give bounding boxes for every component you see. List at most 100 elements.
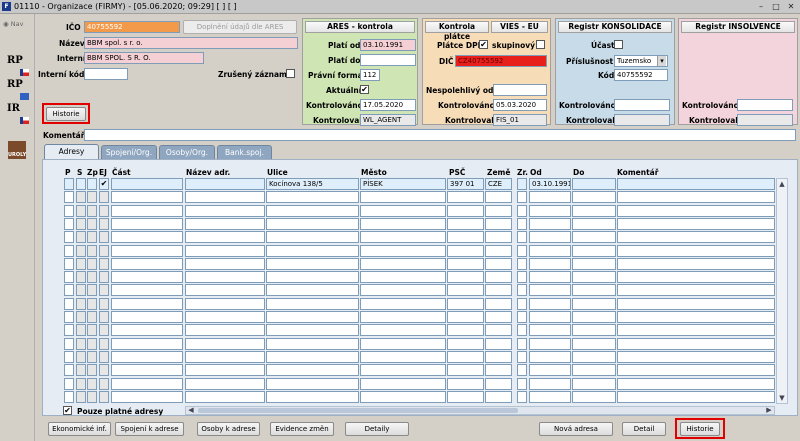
ares-plati-od-input[interactable]: 03.10.1991 bbox=[360, 39, 416, 51]
table-cell[interactable] bbox=[266, 245, 359, 257]
row-checkbox[interactable] bbox=[99, 271, 109, 283]
table-cell[interactable] bbox=[185, 391, 265, 403]
uroly-button[interactable]: UROLY bbox=[8, 141, 26, 159]
table-cell[interactable] bbox=[572, 191, 616, 203]
table-cell[interactable] bbox=[485, 391, 512, 403]
row-zr-checkbox[interactable] bbox=[517, 298, 527, 310]
table-cell[interactable] bbox=[447, 351, 484, 363]
row-checkbox[interactable] bbox=[87, 391, 97, 403]
table-cell[interactable] bbox=[572, 231, 616, 243]
row-checkbox[interactable] bbox=[99, 205, 109, 217]
row-checkbox[interactable] bbox=[87, 218, 97, 230]
row-checkbox[interactable] bbox=[76, 364, 86, 376]
table-cell[interactable] bbox=[111, 311, 183, 323]
row-checkbox[interactable] bbox=[64, 351, 74, 363]
table-cell[interactable] bbox=[485, 231, 512, 243]
table-cell[interactable] bbox=[185, 245, 265, 257]
table-cell[interactable] bbox=[572, 351, 616, 363]
tab-adresy[interactable]: Adresy bbox=[44, 144, 99, 160]
table-cell[interactable] bbox=[617, 178, 775, 190]
row-checkbox[interactable] bbox=[64, 191, 74, 203]
table-cell[interactable] bbox=[447, 218, 484, 230]
detaily-button[interactable]: Detaily bbox=[345, 422, 409, 436]
table-cell[interactable] bbox=[572, 364, 616, 376]
table-cell[interactable] bbox=[485, 338, 512, 350]
row-checkbox[interactable] bbox=[64, 311, 74, 323]
row-checkbox[interactable] bbox=[87, 191, 97, 203]
table-cell[interactable] bbox=[485, 271, 512, 283]
row-checkbox[interactable] bbox=[87, 351, 97, 363]
table-cell[interactable] bbox=[111, 391, 183, 403]
row-zr-checkbox[interactable] bbox=[517, 231, 527, 243]
table-cell[interactable] bbox=[185, 271, 265, 283]
table-cell[interactable] bbox=[266, 364, 359, 376]
komentar-input[interactable] bbox=[84, 129, 796, 141]
table-cell[interactable] bbox=[485, 191, 512, 203]
row-zr-checkbox[interactable] bbox=[517, 351, 527, 363]
table-cell[interactable] bbox=[529, 284, 571, 296]
row-checkbox[interactable] bbox=[76, 178, 86, 190]
interni-input[interactable]: BBM SPOL. S R. O. bbox=[84, 52, 204, 64]
table-cell[interactable] bbox=[572, 378, 616, 390]
ins-kontrolovano-input[interactable] bbox=[737, 99, 793, 111]
nazev-input[interactable]: BBM spol. s r. o. bbox=[84, 37, 298, 49]
row-checkbox[interactable] bbox=[99, 258, 109, 270]
table-cell[interactable] bbox=[572, 298, 616, 310]
table-cell[interactable] bbox=[617, 258, 775, 270]
table-cell[interactable] bbox=[185, 338, 265, 350]
table-cell[interactable] bbox=[572, 218, 616, 230]
table-cell[interactable] bbox=[485, 284, 512, 296]
rp-button-2[interactable]: RP bbox=[7, 78, 29, 100]
row-checkbox[interactable] bbox=[64, 231, 74, 243]
table-cell[interactable] bbox=[529, 391, 571, 403]
table-cell[interactable] bbox=[360, 205, 446, 217]
table-cell[interactable] bbox=[447, 205, 484, 217]
table-cell[interactable] bbox=[617, 351, 775, 363]
table-cell[interactable] bbox=[266, 311, 359, 323]
table-cell[interactable] bbox=[572, 391, 616, 403]
ares-aktualni-checkbox[interactable]: ✔ bbox=[360, 85, 369, 94]
table-cell[interactable] bbox=[529, 378, 571, 390]
platce-dph-checkbox[interactable]: ✔ bbox=[479, 40, 488, 49]
row-checkbox[interactable] bbox=[64, 218, 74, 230]
table-cell[interactable] bbox=[266, 258, 359, 270]
table-cell[interactable] bbox=[185, 218, 265, 230]
table-cell[interactable] bbox=[111, 258, 183, 270]
row-checkbox[interactable] bbox=[99, 324, 109, 336]
prislusnost-select[interactable]: Tuzemsko ▾ bbox=[614, 55, 668, 67]
table-cell[interactable] bbox=[185, 378, 265, 390]
scroll-right-icon[interactable]: ▶ bbox=[764, 406, 774, 415]
row-zr-checkbox[interactable] bbox=[517, 364, 527, 376]
table-cell[interactable] bbox=[617, 311, 775, 323]
table-cell[interactable] bbox=[360, 378, 446, 390]
table-cell[interactable] bbox=[185, 311, 265, 323]
evidence-zmen-button[interactable]: Evidence změn bbox=[270, 422, 334, 436]
table-cell[interactable] bbox=[266, 378, 359, 390]
row-checkbox[interactable] bbox=[87, 178, 97, 190]
row-checkbox[interactable] bbox=[87, 271, 97, 283]
row-zr-checkbox[interactable] bbox=[517, 324, 527, 336]
table-cell[interactable] bbox=[617, 391, 775, 403]
table-cell[interactable] bbox=[360, 191, 446, 203]
row-checkbox[interactable] bbox=[76, 205, 86, 217]
table-cell[interactable] bbox=[447, 271, 484, 283]
ares-kontrolovano-input[interactable]: 17.05.2020 bbox=[360, 99, 416, 111]
row-checkbox[interactable] bbox=[87, 231, 97, 243]
table-cell[interactable] bbox=[111, 191, 183, 203]
kod-input[interactable]: 40755592 bbox=[614, 69, 668, 81]
table-cell[interactable] bbox=[447, 231, 484, 243]
row-checkbox[interactable] bbox=[76, 218, 86, 230]
table-cell[interactable] bbox=[529, 258, 571, 270]
table-cell[interactable] bbox=[111, 218, 183, 230]
row-checkbox[interactable] bbox=[76, 258, 86, 270]
row-checkbox[interactable] bbox=[99, 391, 109, 403]
close-button[interactable]: ✕ bbox=[785, 1, 797, 12]
tab-osoby[interactable]: Osoby/Org. bbox=[159, 145, 215, 159]
table-cell[interactable] bbox=[529, 364, 571, 376]
table-cell[interactable] bbox=[266, 231, 359, 243]
table-cell[interactable] bbox=[447, 191, 484, 203]
table-cell[interactable] bbox=[485, 245, 512, 257]
row-checkbox[interactable] bbox=[64, 338, 74, 350]
horizontal-scrollbar[interactable]: ◀ ▶ bbox=[185, 406, 775, 415]
row-checkbox[interactable] bbox=[99, 364, 109, 376]
